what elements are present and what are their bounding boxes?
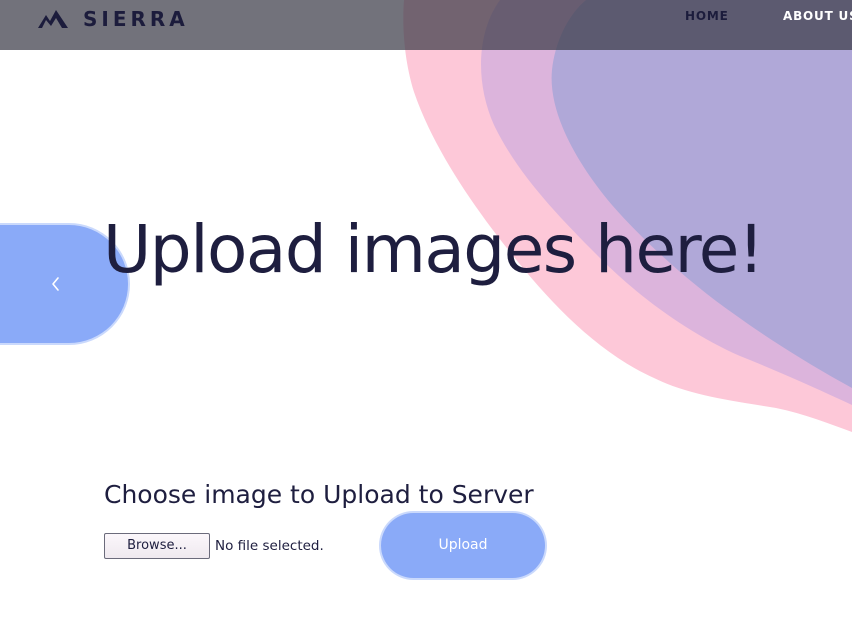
page: SIERRA HOME ABOUT US Upload images here!… bbox=[0, 0, 852, 621]
nav-link-about-us[interactable]: ABOUT US bbox=[783, 8, 852, 24]
mountain-logo-icon bbox=[38, 10, 68, 28]
chevron-left-icon bbox=[52, 277, 59, 291]
top-navbar: SIERRA HOME ABOUT US bbox=[0, 0, 852, 50]
upload-submit-button[interactable]: Upload bbox=[381, 513, 545, 578]
nav-link-home[interactable]: HOME bbox=[685, 8, 729, 24]
browse-file-button[interactable]: Browse... bbox=[104, 533, 210, 559]
hero-title: Upload images here! bbox=[103, 211, 764, 288]
brand[interactable]: SIERRA bbox=[38, 6, 189, 32]
file-status-text: No file selected. bbox=[215, 538, 324, 554]
upload-heading: Choose image to Upload to Server bbox=[104, 480, 534, 509]
brand-name: SIERRA bbox=[83, 7, 189, 31]
